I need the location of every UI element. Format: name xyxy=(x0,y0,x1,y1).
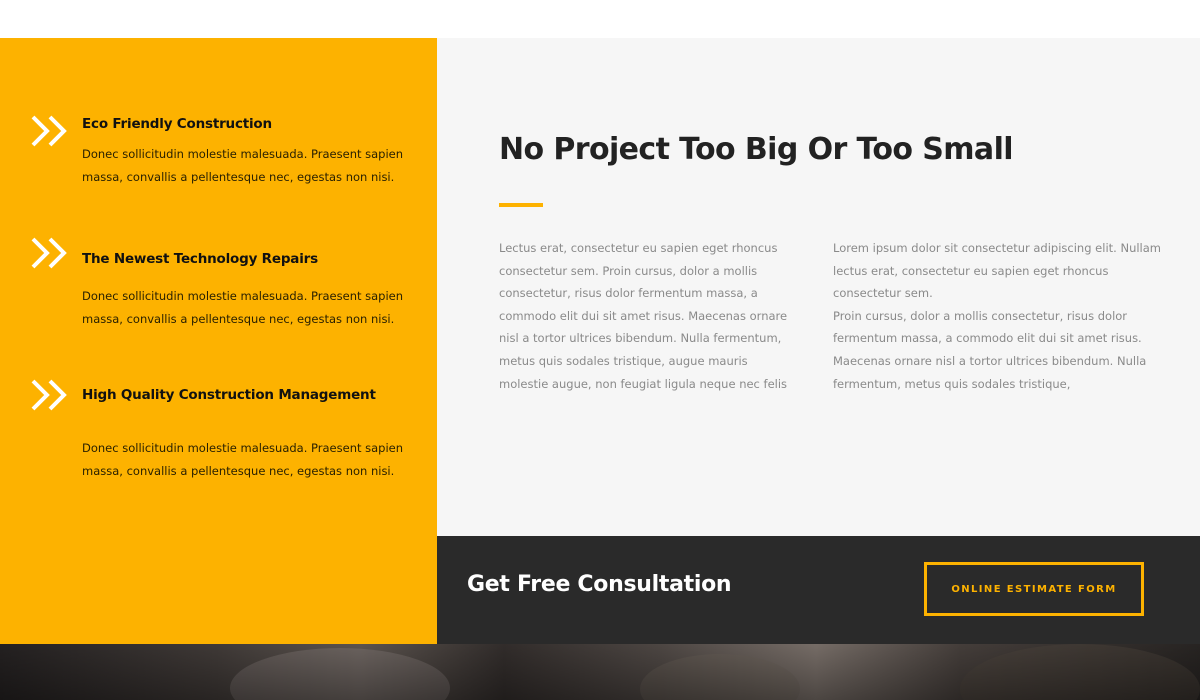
features-panel: Eco Friendly Construction Donec sollicit… xyxy=(0,38,437,644)
feature-description: Donec sollicitudin molestie malesuada. P… xyxy=(82,147,404,184)
consultation-banner: Get Free Consultation ONLINE ESTIMATE FO… xyxy=(437,536,1200,644)
online-estimate-form-button[interactable]: ONLINE ESTIMATE FORM xyxy=(924,562,1144,616)
consultation-title: Get Free Consultation xyxy=(467,572,732,597)
feature-title: Eco Friendly Construction xyxy=(82,116,272,132)
top-white-strip xyxy=(0,0,1200,38)
double-chevron-right-icon xyxy=(31,237,67,269)
about-text-right: Lorem ipsum dolor sit consectetur adipis… xyxy=(833,237,1163,395)
section-heading: No Project Too Big Or Too Small xyxy=(499,132,1014,167)
about-text-right-paragraph: Proin cursus, dolor a mollis consectetur… xyxy=(833,308,1147,391)
feature-title: The Newest Technology Repairs xyxy=(82,251,318,267)
about-text-left: Lectus erat, consectetur eu sapien eget … xyxy=(499,241,788,391)
about-section: No Project Too Big Or Too Small Lectus e… xyxy=(437,38,1200,536)
feature-description: Donec sollicitudin molestie malesuada. P… xyxy=(82,289,404,326)
double-chevron-right-icon xyxy=(31,115,67,147)
background-photo-strip xyxy=(0,644,1200,700)
double-chevron-right-icon xyxy=(31,379,67,411)
feature-title: High Quality Construction Management xyxy=(82,387,376,403)
feature-description: Donec sollicitudin molestie malesuada. P… xyxy=(82,441,404,478)
heading-accent-divider xyxy=(499,203,543,207)
about-text-right-paragraph: Lorem ipsum dolor sit consectetur adipis… xyxy=(833,241,1161,301)
